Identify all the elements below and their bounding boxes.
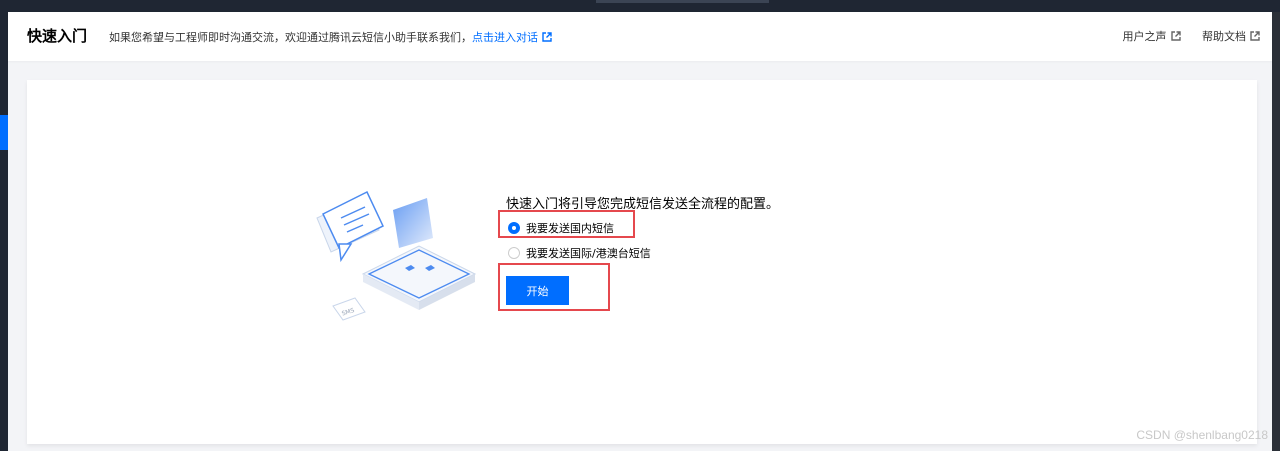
top-bar-active-tab-indicator — [596, 0, 769, 3]
domestic-sms-radio[interactable] — [508, 222, 520, 234]
top-navigation-bar — [0, 0, 1280, 12]
quick-start-card: SMS 快速入门将引导您完成短信发送全流程的配置。 我要发送国内短信 我要发送国… — [27, 80, 1257, 444]
page-title: 快速入门 — [27, 27, 88, 45]
international-sms-label: 我要发送国际/港澳台短信 — [526, 247, 651, 260]
international-sms-radio[interactable] — [508, 247, 520, 259]
header-description-text: 如果您希望与工程师即时沟通交流，欢迎通过腾讯云短信小助手联系我们， — [109, 31, 472, 44]
header-description: 如果您希望与工程师即时沟通交流，欢迎通过腾讯云短信小助手联系我们，点击进入对话 — [109, 29, 552, 45]
sms-illustration: SMS — [316, 190, 477, 321]
domestic-sms-label: 我要发送国内短信 — [526, 222, 614, 235]
sidebar-active-indicator[interactable] — [0, 115, 8, 150]
header-links: 用户之声 帮助文档 — [1105, 28, 1261, 44]
user-voice-link[interactable]: 用户之声 — [1123, 30, 1181, 43]
domestic-sms-option[interactable]: 我要发送国内短信 — [508, 220, 614, 236]
main-content: 快速入门 如果您希望与工程师即时沟通交流，欢迎通过腾讯云短信小助手联系我们，点击… — [8, 12, 1272, 451]
chat-link-label: 点击进入对话 — [472, 31, 538, 44]
external-link-icon — [1250, 31, 1260, 41]
page-header: 快速入门 如果您希望与工程师即时沟通交流，欢迎通过腾讯云短信小助手联系我们，点击… — [8, 12, 1272, 61]
international-sms-option[interactable]: 我要发送国际/港澳台短信 — [508, 245, 651, 261]
help-docs-link[interactable]: 帮助文档 — [1202, 30, 1260, 43]
external-link-icon — [1170, 31, 1181, 41]
user-voice-label: 用户之声 — [1122, 30, 1167, 43]
external-link-icon — [542, 32, 552, 42]
watermark: CSDN @shenlbang0218 — [1136, 428, 1268, 442]
start-button[interactable]: 开始 — [506, 276, 569, 305]
left-sidebar-rail — [0, 12, 8, 451]
help-docs-label: 帮助文档 — [1202, 30, 1246, 43]
chat-link[interactable]: 点击进入对话 — [472, 31, 552, 44]
